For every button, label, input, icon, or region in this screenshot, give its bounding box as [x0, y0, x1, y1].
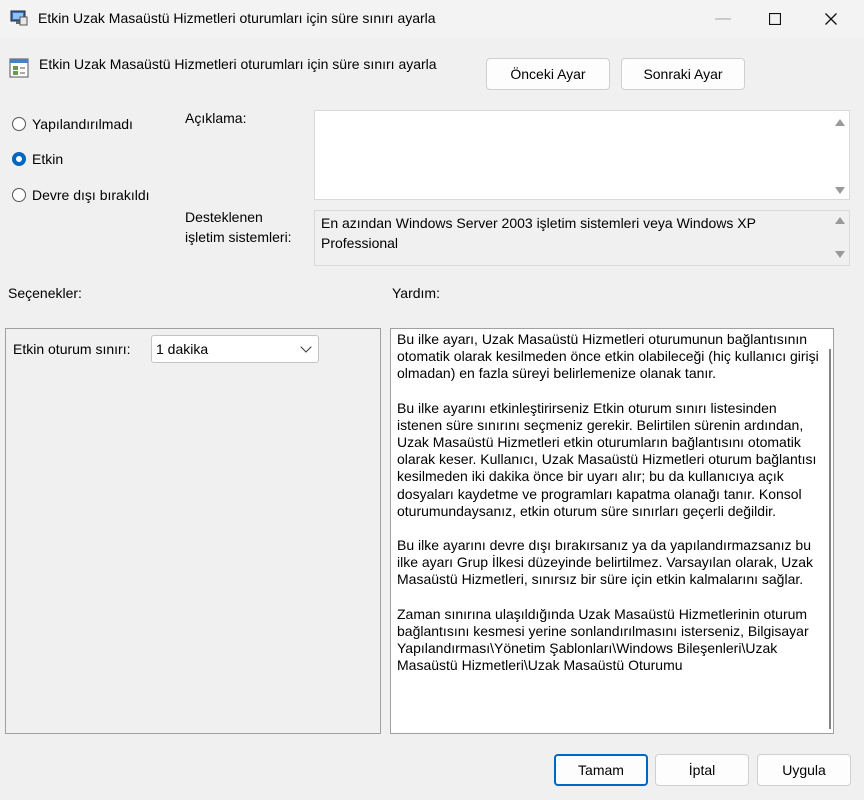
- minimize-icon: —: [715, 10, 731, 27]
- supported-os-label: Desteklenen işletim sistemleri:: [185, 207, 310, 247]
- description-textarea[interactable]: [314, 110, 850, 200]
- supported-os-scrollbar[interactable]: [830, 215, 848, 261]
- supported-os-text: En azından Windows Server 2003 işletim s…: [321, 215, 756, 251]
- policy-window-icon: [10, 10, 28, 26]
- scroll-up-icon[interactable]: [835, 119, 845, 126]
- help-scrollbar[interactable]: [829, 349, 831, 729]
- radio-circle[interactable]: [12, 188, 26, 202]
- radio-label: Etkin: [32, 151, 64, 167]
- help-paragraph: Bu ilke ayarını etkinleştirirseniz Etkin…: [397, 399, 817, 519]
- radio-not-configured[interactable]: Yapılandırılmadı: [12, 116, 133, 132]
- scroll-down-icon[interactable]: [835, 187, 845, 194]
- supported-os-label-line1: Desteklenen: [185, 209, 263, 225]
- radio-enabled[interactable]: Etkin: [12, 151, 63, 167]
- ok-button[interactable]: Tamam: [554, 754, 648, 786]
- apply-button[interactable]: Uygula: [757, 754, 851, 786]
- help-paragraph: Bu ilke ayarını devre dışı bırakırsanız …: [397, 537, 814, 588]
- maximize-button[interactable]: [752, 0, 798, 38]
- maximize-icon: [769, 13, 781, 25]
- session-limit-value: 1 dakika: [156, 341, 209, 357]
- help-paragraph: Zaman sınırına ulaşıldığında Uzak Masaüs…: [397, 605, 809, 674]
- radio-disabled[interactable]: Devre dışı bırakıldı: [12, 187, 150, 203]
- session-limit-label: Etkin oturum sınırı:: [13, 341, 131, 357]
- session-limit-dropdown[interactable]: 1 dakika: [151, 335, 319, 363]
- scroll-up-icon[interactable]: [835, 217, 845, 224]
- help-panel[interactable]: Bu ilke ayarı, Uzak Masaüstü Hizmetleri …: [390, 328, 834, 734]
- minimize-button[interactable]: —: [700, 0, 746, 38]
- radio-label: Yapılandırılmadı: [32, 116, 133, 132]
- help-paragraph: Bu ilke ayarı, Uzak Masaüstü Hizmetleri …: [397, 331, 819, 382]
- options-label: Seçenekler:: [8, 285, 82, 301]
- policy-setting-icon: [9, 58, 29, 78]
- radio-circle-selected[interactable]: [12, 152, 26, 166]
- description-scrollbar[interactable]: [830, 117, 848, 195]
- description-label: Açıklama:: [185, 110, 247, 126]
- close-button[interactable]: [808, 0, 854, 38]
- supported-os-box[interactable]: En azından Windows Server 2003 işletim s…: [314, 210, 850, 266]
- options-panel: [5, 328, 381, 734]
- close-icon: [825, 13, 837, 25]
- window-title: Etkin Uzak Masaüstü Hizmetleri oturumlar…: [38, 10, 436, 26]
- help-label: Yardım:: [392, 285, 440, 301]
- help-text: Bu ilke ayarı, Uzak Masaüstü Hizmetleri …: [397, 331, 821, 691]
- cancel-button[interactable]: İptal: [655, 754, 749, 786]
- radio-circle[interactable]: [12, 117, 26, 131]
- radio-label: Devre dışı bırakıldı: [32, 187, 150, 203]
- chevron-down-icon: [300, 341, 312, 353]
- supported-os-label-line2: işletim sistemleri:: [185, 229, 292, 245]
- policy-title: Etkin Uzak Masaüstü Hizmetleri oturumlar…: [39, 56, 437, 72]
- scroll-down-icon[interactable]: [835, 251, 845, 258]
- previous-setting-button[interactable]: Önceki Ayar: [486, 58, 610, 90]
- next-setting-button[interactable]: Sonraki Ayar: [621, 58, 745, 90]
